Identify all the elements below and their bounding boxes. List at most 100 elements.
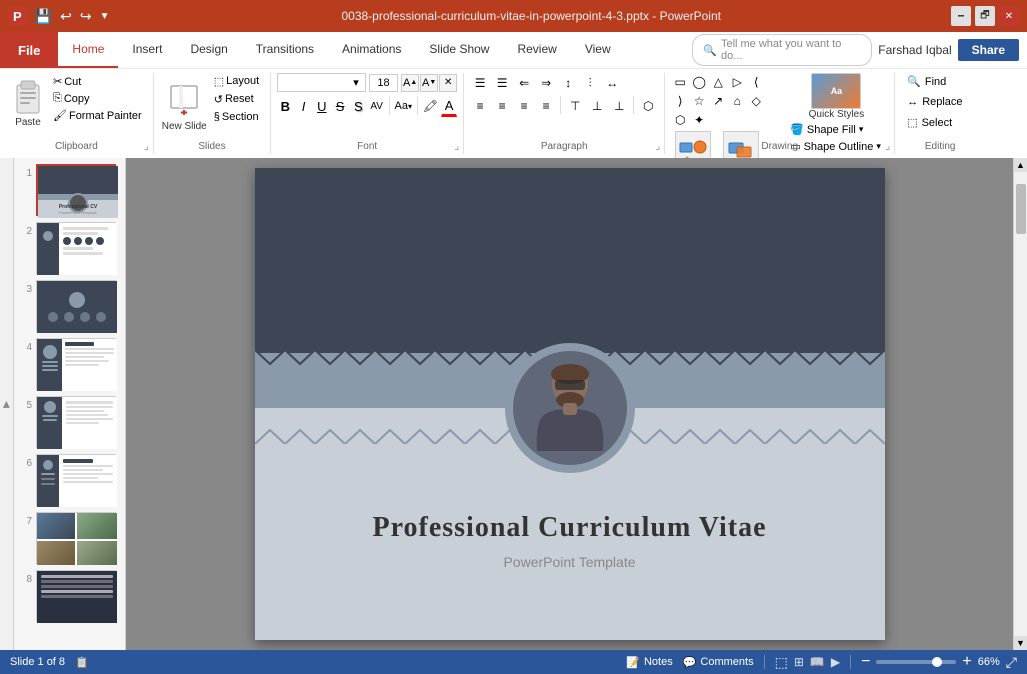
text-direction-button[interactable]: ↔ <box>602 73 622 93</box>
zoom-plus-button[interactable]: + <box>962 653 971 671</box>
save-button[interactable]: 💾 <box>33 6 54 27</box>
shape-arrow-diag[interactable]: ↗ <box>709 92 727 110</box>
align-center-button[interactable]: ≡ <box>492 96 512 116</box>
slide-thumb-6[interactable]: 6 <box>18 454 121 506</box>
restore-button[interactable]: 🗗 <box>975 6 995 26</box>
shape-hex[interactable]: ⬡ <box>671 111 689 129</box>
vertical-scrollbar[interactable]: ▲ ▼ <box>1013 158 1027 650</box>
slide-thumb-1[interactable]: 1 Professional CV PowerPoint Template <box>18 164 121 216</box>
notes-button[interactable]: 📝 Notes <box>626 656 672 669</box>
tell-me-search[interactable]: 🔍 Tell me what you want to do... <box>692 34 872 66</box>
shape-rectangle[interactable]: ▭ <box>671 73 689 91</box>
slide-thumb-3[interactable]: 3 <box>18 280 121 332</box>
character-spacing-button[interactable]: AV <box>369 95 385 117</box>
tab-view[interactable]: View <box>571 32 625 68</box>
strikethrough-button[interactable]: S <box>332 95 348 117</box>
normal-view-button[interactable]: ⬚ <box>775 654 788 671</box>
replace-button[interactable]: ↔ Replace <box>903 94 966 110</box>
tab-transitions[interactable]: Transitions <box>242 32 328 68</box>
slideshow-button[interactable]: ▶ <box>831 655 840 669</box>
new-slide-button[interactable]: New Slide <box>162 79 207 132</box>
layout-button[interactable]: ⬚ Layout <box>211 74 262 89</box>
panel-collapse-left[interactable]: ◀ <box>0 158 14 650</box>
align-bottom-button[interactable]: ⊥ <box>609 96 629 116</box>
shape-diamond[interactable]: ◇ <box>747 92 765 110</box>
slide-thumbnail-6[interactable] <box>36 454 116 506</box>
slide-thumbnail-7[interactable] <box>36 512 116 564</box>
scroll-up-button[interactable]: ▲ <box>1014 158 1027 172</box>
copy-button[interactable]: ⎘ Copy <box>50 91 145 106</box>
slide-thumbnail-3[interactable] <box>36 280 116 332</box>
shape-chevron-right[interactable]: ⟩ <box>671 92 689 110</box>
share-button[interactable]: Share <box>958 39 1019 61</box>
zoom-slider-handle[interactable] <box>932 657 942 667</box>
line-spacing-button[interactable]: ↕ <box>558 73 578 93</box>
tab-slideshow[interactable]: Slide Show <box>415 32 503 68</box>
font-size-input[interactable]: 18 <box>369 74 398 92</box>
tab-insert[interactable]: Insert <box>118 32 176 68</box>
align-left-button[interactable]: ≡ <box>470 96 490 116</box>
shape-star[interactable]: ☆ <box>690 92 708 110</box>
customize-button[interactable]: ▼ <box>98 9 112 24</box>
undo-button[interactable]: ↩ <box>58 6 74 27</box>
tab-design[interactable]: Design <box>176 32 241 68</box>
slide-thumb-4[interactable]: 4 <box>18 338 121 390</box>
increase-font-size-button[interactable]: A▲ <box>401 74 419 92</box>
tab-file[interactable]: File <box>0 32 58 68</box>
italic-button[interactable]: I <box>295 95 311 117</box>
comments-button[interactable]: 💬 Comments <box>683 656 754 669</box>
decrease-indent-button[interactable]: ⇐ <box>514 73 534 93</box>
slide-thumbnail-5[interactable] <box>36 396 116 448</box>
slide-thumb-5[interactable]: 5 <box>18 396 121 448</box>
slide-canvas[interactable]: Professional Curriculum Vitae PowerPoint… <box>255 168 885 640</box>
scroll-down-button[interactable]: ▼ <box>1014 636 1027 650</box>
align-middle-button[interactable]: ⊥ <box>587 96 607 116</box>
scroll-track[interactable] <box>1014 172 1027 636</box>
zoom-slider[interactable] <box>876 660 956 664</box>
shape-house[interactable]: ⌂ <box>728 92 746 110</box>
find-button[interactable]: 🔍 Find <box>903 73 966 90</box>
scroll-thumb[interactable] <box>1016 184 1026 234</box>
align-right-button[interactable]: ≡ <box>514 96 534 116</box>
slide-thumb-8[interactable]: 8 <box>18 570 121 622</box>
font-color-button[interactable]: A <box>441 95 457 117</box>
bullet-list-button[interactable]: ☰ <box>470 73 490 93</box>
font-expand-icon[interactable]: ⌟ <box>455 141 460 152</box>
justify-button[interactable]: ≡ <box>536 96 556 116</box>
close-button[interactable]: ✕ <box>999 6 1019 26</box>
align-top-button[interactable]: ⊤ <box>565 96 585 116</box>
slide-thumbnail-1[interactable]: Professional CV PowerPoint Template <box>36 164 116 216</box>
format-painter-button[interactable]: 🖌 Format Painter <box>50 108 145 123</box>
increase-indent-button[interactable]: ⇒ <box>536 73 556 93</box>
underline-button[interactable]: U <box>314 95 330 117</box>
quick-styles-button[interactable]: Aa Quick Styles <box>787 73 886 120</box>
cut-button[interactable]: ✂ Cut <box>50 74 145 89</box>
zoom-minus-button[interactable]: − <box>861 653 870 671</box>
reading-view-button[interactable]: 📖 <box>810 655 825 669</box>
section-button[interactable]: § Section <box>211 110 262 124</box>
font-name-dropdown[interactable]: ▾ <box>277 73 366 92</box>
paragraph-expand-icon[interactable]: ⌟ <box>656 141 661 152</box>
clipboard-expand-icon[interactable]: ⌟ <box>144 141 149 152</box>
tab-home[interactable]: Home <box>58 32 118 68</box>
drawing-expand-icon[interactable]: ⌟ <box>886 141 891 152</box>
redo-button[interactable]: ↪ <box>78 6 94 27</box>
slide-thumb-2[interactable]: 2 <box>18 222 121 274</box>
numbered-list-button[interactable]: ☰ <box>492 73 512 93</box>
bold-button[interactable]: B <box>277 95 293 117</box>
tab-review[interactable]: Review <box>503 32 570 68</box>
fit-slide-button[interactable]: ⤢ <box>1006 654 1017 671</box>
shape-sparkle[interactable]: ✦ <box>690 111 708 129</box>
slide-thumb-7[interactable]: 7 <box>18 512 121 564</box>
columns-button[interactable]: ⫶ <box>580 73 600 93</box>
slide-thumbnail-4[interactable] <box>36 338 116 390</box>
decrease-font-size-button[interactable]: A▼ <box>420 74 438 92</box>
shape-arrow-right[interactable]: ▷ <box>728 73 746 91</box>
shape-fill-button[interactable]: 🪣 Shape Fill ▾ <box>787 122 886 137</box>
shape-triangle[interactable]: △ <box>709 73 727 91</box>
shape-oval[interactable]: ◯ <box>690 73 708 91</box>
text-highlight-button[interactable]: 🖍 <box>422 95 439 117</box>
minimize-button[interactable]: 🗕 <box>951 6 971 26</box>
slide-thumbnail-2[interactable] <box>36 222 116 274</box>
paste-button[interactable]: Paste <box>8 73 48 138</box>
